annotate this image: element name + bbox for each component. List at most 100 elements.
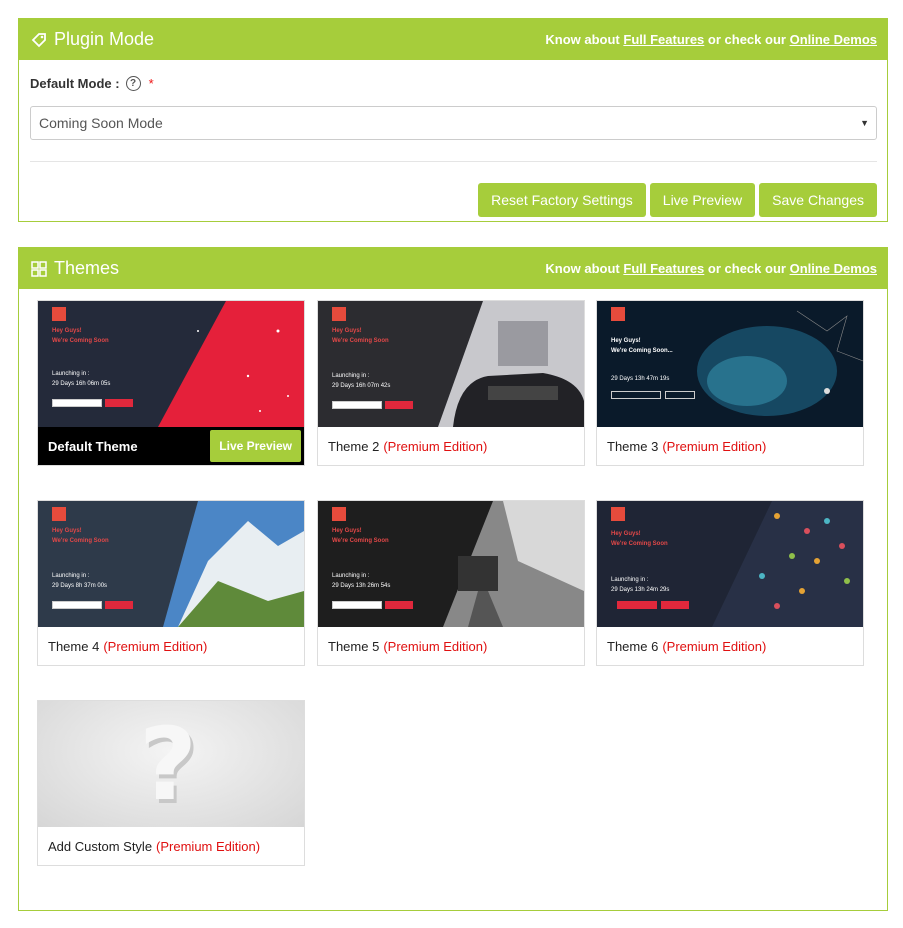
default-mode-label: Default Mode : ? * — [30, 73, 877, 93]
themes-online-demos-link[interactable]: Online Demos — [790, 261, 877, 276]
theme-caption: Theme 4 (Premium Edition) — [38, 627, 304, 665]
theme-thumbnail-3: Hey Guys! We're Coming Soon... 29 Days 1… — [597, 301, 863, 427]
premium-tag: (Premium Edition) — [662, 638, 767, 654]
thumb-button — [105, 399, 133, 407]
thumb-logo — [332, 307, 346, 321]
theme-card-custom[interactable]: ? ? Add Custom Style (Premium Edition) — [37, 700, 305, 866]
thumb-button — [385, 601, 413, 609]
thumb-logo — [332, 507, 346, 521]
theme-name: Theme 2 — [328, 438, 380, 454]
thumb-text: Launching in : — [332, 373, 370, 379]
themes-panel: Themes Know about Full Features or check… — [18, 247, 888, 911]
tag-icon — [31, 32, 47, 48]
help-icon[interactable]: ? — [125, 75, 141, 91]
thumb-button — [52, 601, 102, 609]
theme-thumbnail-default: Hey Guys! We're Coming Soon Launching in… — [38, 301, 304, 427]
thumb-text: 29 Days 8h 37m 00s — [52, 583, 108, 589]
thumb-button — [52, 399, 102, 407]
required-asterisk: * — [148, 75, 154, 91]
premium-tag: (Premium Edition) — [383, 438, 488, 454]
thumb-text: Hey Guys! — [52, 528, 82, 534]
thumb-text: We're Coming Soon — [52, 538, 109, 544]
header-links: Know about Full Features or check our On… — [545, 32, 877, 47]
thumb-text: 29 Days 13h 26m 54s — [332, 583, 391, 589]
thumb-text: Launching in : — [52, 371, 90, 377]
thumb-text: We're Coming Soon — [332, 338, 389, 344]
theme-card-5[interactable]: Hey Guys! We're Coming Soon Launching in… — [317, 500, 585, 666]
theme-live-preview-button[interactable]: Live Preview — [210, 430, 301, 462]
thumb-text: 29 Days 13h 24m 29s — [611, 587, 670, 593]
svg-text:?: ? — [139, 706, 197, 823]
default-theme-art — [158, 301, 304, 427]
theme-name: Theme 4 — [48, 638, 100, 654]
plugin-mode-heading: Plugin Mode — [31, 29, 154, 50]
plugin-mode-panel: Plugin Mode Know about Full Features or … — [18, 18, 888, 222]
thumb-logo — [611, 507, 625, 521]
selected-mode-value: Coming Soon Mode — [39, 115, 163, 131]
header-links-middle: or check our — [707, 32, 786, 47]
themes-title: Themes — [54, 258, 120, 278]
premium-tag: (Premium Edition) — [383, 638, 488, 654]
full-features-link[interactable]: Full Features — [623, 32, 704, 47]
themes-heading: Themes — [31, 258, 119, 279]
caret-down-icon: ▼ — [860, 118, 869, 128]
theme-caption: Theme 3 (Premium Edition) — [597, 427, 863, 465]
divider — [30, 161, 877, 162]
theme-thumbnail-custom: ? ? — [38, 701, 304, 827]
online-demos-link[interactable]: Online Demos — [790, 32, 877, 47]
theme-name: Theme 5 — [328, 638, 380, 654]
theme-card-6[interactable]: Hey Guys! We're Coming Soon Launching in… — [596, 500, 864, 666]
theme-name: Default Theme — [48, 438, 138, 454]
thumb-button — [665, 391, 695, 399]
plugin-mode-body: Default Mode : ? * Coming Soon Mode ▼ Re… — [19, 60, 887, 217]
thumb-logo — [52, 307, 66, 321]
thumb-logo — [52, 507, 66, 521]
plugin-mode-header: Plugin Mode Know about Full Features or … — [19, 19, 887, 60]
thumb-button — [385, 401, 413, 409]
thumb-button — [611, 391, 661, 399]
theme-card-3[interactable]: Hey Guys! We're Coming Soon... 29 Days 1… — [596, 300, 864, 466]
themes-links-prefix: Know about — [545, 261, 620, 276]
theme-caption: Theme 2 (Premium Edition) — [318, 427, 584, 465]
thumb-button — [332, 401, 382, 409]
theme-caption: Default Theme Live Preview — [38, 427, 304, 465]
thumb-text: Hey Guys! — [611, 531, 641, 537]
themes-full-features-link[interactable]: Full Features — [623, 261, 704, 276]
thumb-logo — [611, 307, 625, 321]
theme-caption: Theme 6 (Premium Edition) — [597, 627, 863, 665]
thumb-button — [332, 601, 382, 609]
thumb-text: Launching in : — [332, 573, 370, 579]
theme-card-4[interactable]: Hey Guys! We're Coming Soon Launching in… — [37, 500, 305, 666]
thumb-text: Hey Guys! — [52, 328, 82, 334]
default-mode-label-text: Default Mode : — [30, 75, 120, 91]
grid-icon — [31, 260, 47, 277]
reset-factory-settings-button[interactable]: Reset Factory Settings — [478, 183, 646, 217]
action-buttons: Reset Factory Settings Live Preview Save… — [30, 183, 877, 217]
theme-card-2[interactable]: Hey Guys! We're Coming Soon Launching in… — [317, 300, 585, 466]
themes-header: Themes Know about Full Features or check… — [19, 248, 887, 289]
thumb-text: 29 Days 16h 07m 42s — [332, 383, 391, 389]
theme-caption: Theme 5 (Premium Edition) — [318, 627, 584, 665]
header-links-prefix: Know about — [545, 32, 620, 47]
theme-card-default[interactable]: Hey Guys! We're Coming Soon Launching in… — [37, 300, 305, 466]
thumb-button — [617, 601, 657, 609]
premium-tag: (Premium Edition) — [103, 638, 208, 654]
live-preview-button[interactable]: Live Preview — [649, 183, 756, 217]
thumb-text: Hey Guys! — [611, 338, 641, 344]
thumb-text: We're Coming Soon — [332, 538, 389, 544]
save-changes-button[interactable]: Save Changes — [759, 183, 877, 217]
theme-3-art — [697, 310, 863, 416]
thumb-text: Hey Guys! — [332, 528, 362, 534]
theme-thumbnail-2: Hey Guys! We're Coming Soon Launching in… — [318, 301, 584, 427]
theme-name: Add Custom Style — [48, 838, 153, 854]
thumb-text: We're Coming Soon — [611, 541, 668, 547]
default-mode-select[interactable]: Coming Soon Mode ▼ — [30, 106, 877, 140]
theme-thumbnail-5: Hey Guys! We're Coming Soon Launching in… — [318, 501, 584, 627]
theme-name: Theme 3 — [607, 438, 659, 454]
question-mark-icon: ? ? — [139, 706, 200, 827]
themes-links-middle: or check our — [707, 261, 786, 276]
thumb-text: We're Coming Soon... — [611, 348, 673, 354]
thumb-text: Hey Guys! — [332, 328, 362, 334]
thumb-text: Launching in : — [52, 573, 90, 579]
plugin-mode-title: Plugin Mode — [54, 29, 155, 49]
